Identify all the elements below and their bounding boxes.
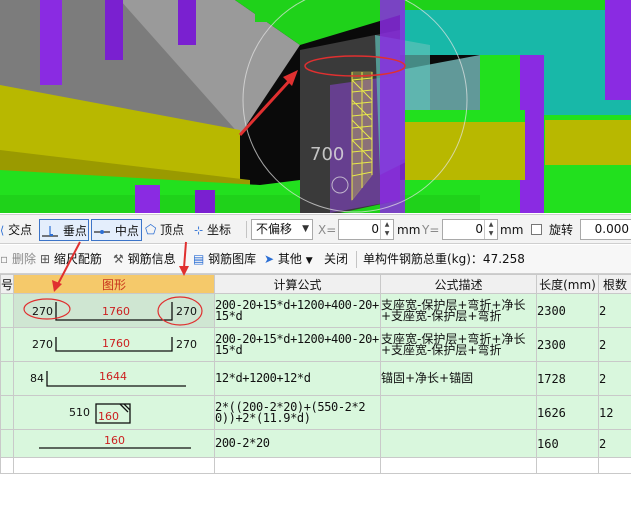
table-row[interactable]: 84 1644 12*d+1200+12*d 锚固+净长+锚固 1728 2 (0, 361, 631, 396)
stirrup-shape: 510 160 (69, 403, 131, 424)
length-cell[interactable]: 160 (536, 429, 599, 458)
vertex-label: 顶点 (160, 223, 185, 237)
vertex-snap-button[interactable]: ⬠ 顶点 (145, 219, 184, 241)
formula-cell[interactable]: 200-20+15*d+1200+400-20+15*d (214, 327, 381, 362)
top-beam (255, 0, 365, 22)
shape-cell[interactable]: 84 1644 (13, 361, 215, 396)
perpendicular-label: 垂点 (62, 224, 87, 238)
intersection-snap-button[interactable]: ⟨ 交点 (0, 219, 32, 241)
close-button[interactable]: 关闭 (324, 249, 348, 270)
description-cell[interactable]: 锚固+净长+锚固 (380, 361, 537, 396)
total-weight-text: 单构件钢筋总重(kg)：47.258 (363, 252, 525, 266)
length-cell[interactable]: 2300 (536, 327, 599, 362)
toolbar-divider (356, 251, 357, 268)
svg-text:510: 510 (69, 406, 90, 419)
formula-cell[interactable]: 2*((200-2*20)+(550-2*20))+2*(11.9*d) (214, 395, 381, 430)
rotate-checkbox[interactable] (531, 224, 542, 235)
perpendicular-icon (42, 225, 58, 237)
coordinate-icon: ⊹ (194, 223, 204, 237)
shape-cell[interactable]: 160 (13, 429, 215, 458)
annotation-arrows (52, 241, 189, 292)
count-cell[interactable]: 2 (598, 293, 631, 328)
svg-text:270: 270 (32, 338, 53, 351)
menu-icon: ➤ (264, 252, 275, 266)
shape-cell[interactable]: 270 1760 270 (13, 327, 215, 362)
svg-text:84: 84 (30, 372, 44, 385)
table-row[interactable]: 160 200-2*20 160 2 (0, 429, 631, 458)
y-offset-input[interactable]: 0 ▲ ▼ (442, 219, 498, 240)
count-cell[interactable]: 12 (598, 395, 631, 430)
rotate-value: 0.000 (594, 222, 629, 236)
y-offset-value: 0 (475, 222, 483, 236)
row-number-cell (0, 361, 14, 396)
length-cell[interactable]: 2300 (536, 293, 599, 328)
y-unit: mm (500, 223, 524, 237)
y-label: Y= (422, 223, 440, 237)
u-bar-shape: 270 1760 270 (32, 337, 197, 352)
table-row[interactable]: 510 160 2*((200-2*20)+(550-2*20))+2*(11.… (0, 395, 631, 430)
midpoint-icon (94, 229, 110, 234)
count-cell[interactable]: 2 (598, 361, 631, 396)
x-spinner[interactable]: ▲ ▼ (380, 220, 393, 239)
rotate-label: 旋转 (549, 223, 574, 237)
midpoint-snap-button[interactable]: 中点 (91, 219, 142, 241)
toolbar-divider (246, 221, 247, 238)
other-label: 其他 (277, 252, 302, 266)
offset-mode-value: 不偏移 (256, 222, 293, 236)
formula-cell[interactable]: 200-20+15*d+1200+400-20+15*d (214, 293, 381, 328)
description-cell[interactable] (380, 395, 537, 430)
table-row[interactable]: 270 1760 270 200-20+15*d+1200+400-20+15*… (0, 327, 631, 362)
count-cell[interactable]: 2 (598, 327, 631, 362)
svg-text:1760: 1760 (102, 337, 130, 350)
x-label: X= (318, 223, 337, 237)
column-header-formula[interactable]: 计算公式 (214, 274, 381, 294)
count-cell[interactable]: 2 (598, 429, 631, 458)
length-cell[interactable]: 1728 (536, 361, 599, 396)
column-header-count[interactable]: 根数 (598, 274, 631, 294)
formula-cell[interactable]: 200-2*20 (214, 429, 381, 458)
offset-mode-dropdown[interactable]: 不偏移 ▼ (251, 219, 313, 240)
intersection-label: 交点 (8, 223, 33, 237)
coordinate-label: 坐标 (207, 223, 232, 237)
rotate-input[interactable]: 0.000 (580, 219, 631, 240)
svg-text:160: 160 (104, 434, 125, 447)
cyan-wall-top (400, 10, 631, 55)
x-offset-input[interactable]: 0 ▲ ▼ (338, 219, 394, 240)
y-spinner[interactable]: ▲ ▼ (484, 220, 497, 239)
straight-bar-shape: 160 (39, 434, 191, 449)
column-header-description[interactable]: 公式描述 (380, 274, 537, 294)
x-unit: mm (397, 223, 421, 237)
overlay-text: 700 (310, 144, 344, 165)
close-label: 关闭 (324, 252, 349, 266)
chevron-down-icon: ▼ (305, 256, 313, 266)
perpendicular-snap-button[interactable]: 垂点 (39, 219, 89, 241)
svg-text:1644: 1644 (99, 370, 127, 383)
other-menu-button[interactable]: ➤ 其他 ▼ (264, 249, 313, 272)
cross-icon: ⟨ (0, 223, 5, 237)
chevron-down-icon: ▼ (302, 224, 309, 234)
row-number-cell (0, 429, 14, 458)
svg-text:160: 160 (98, 410, 119, 423)
purple-column-1 (40, 0, 62, 85)
coordinate-snap-button[interactable]: ⊹ 坐标 (194, 219, 231, 241)
svg-text:270: 270 (176, 338, 197, 351)
pentagon-icon: ⬠ (145, 222, 157, 238)
l-bar-shape: 84 1644 (30, 370, 186, 387)
model-scene: 700 (0, 0, 631, 213)
column-header-length[interactable]: 长度(mm) (536, 274, 599, 294)
x-offset-value: 0 (371, 222, 379, 236)
3d-viewport[interactable]: 700 (0, 0, 631, 213)
description-cell[interactable]: 支座宽-保护层+弯折+净长+支座宽-保护层+弯折 (380, 293, 537, 328)
formula-cell[interactable]: 12*d+1200+12*d (214, 361, 381, 396)
row-number-cell (0, 395, 14, 430)
description-cell[interactable] (380, 429, 537, 458)
row-number-cell (0, 327, 14, 362)
table-row-empty[interactable] (0, 457, 631, 474)
shape-cell[interactable]: 510 160 (13, 395, 215, 430)
midpoint-label: 中点 (114, 224, 139, 238)
description-cell[interactable]: 支座宽-保护层+弯折+净长+支座宽-保护层+弯折 (380, 327, 537, 362)
length-cell[interactable]: 1626 (536, 395, 599, 430)
